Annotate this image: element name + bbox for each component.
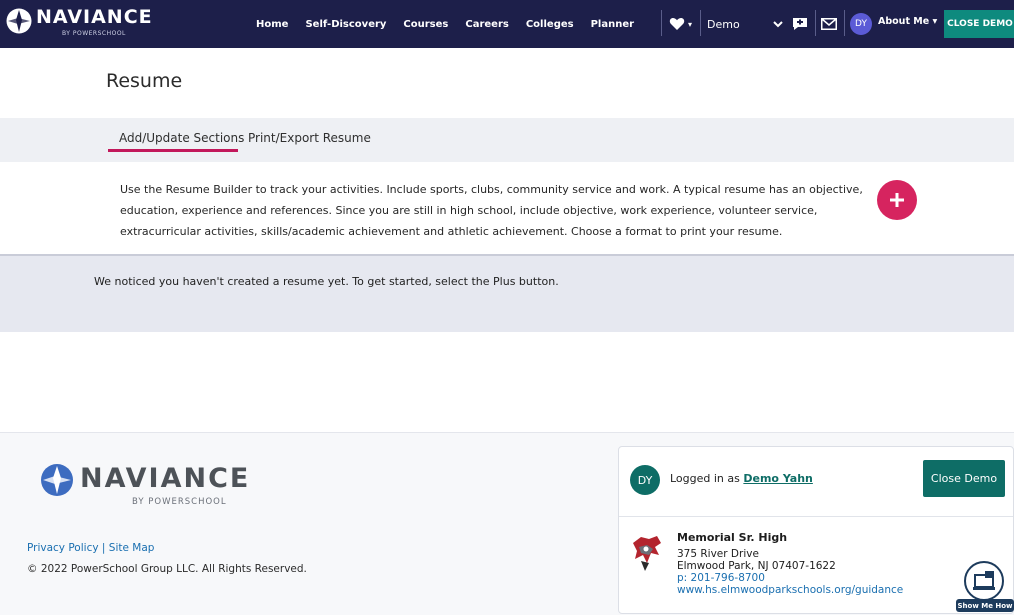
intro-text: Use the Resume Builder to track your act… — [120, 183, 863, 238]
nav-divider — [844, 10, 845, 36]
footer-links: Privacy Policy | Site Map — [27, 542, 154, 554]
school-name: Memorial Sr. High — [677, 531, 788, 544]
page-root: NAVIANCE BY POWERSCHOOL Home Self-Discov… — [0, 0, 1014, 615]
logged-in-prefix: Logged in as — [670, 472, 744, 485]
nav-link-colleges[interactable]: Colleges — [526, 19, 574, 30]
naviance-logo[interactable]: NAVIANCE BY POWERSCHOOL — [6, 6, 156, 40]
chat-bubble-icon — [793, 18, 807, 30]
nav-link-courses[interactable]: Courses — [403, 19, 448, 30]
intro-section: Use the Resume Builder to track your act… — [0, 162, 1014, 254]
close-demo-button[interactable]: Close Demo — [923, 460, 1005, 497]
school-website-link[interactable]: www.hs.elmwoodparkschools.org/guidance — [677, 584, 903, 596]
school-mascot-icon — [633, 536, 661, 571]
copyright-text: © 2022 PowerSchool Group LLC. All Rights… — [27, 563, 307, 575]
tab-print-export-resume[interactable]: Print/Export Resume — [248, 131, 371, 145]
footer-logo-subtitle: BY POWERSCHOOL — [132, 497, 227, 507]
school-phone-link[interactable]: p: 201-796-8700 — [677, 572, 765, 584]
logo-wordmark: NAVIANCE — [36, 6, 153, 28]
empty-resume-notice: We noticed you haven't created a resume … — [0, 254, 1014, 332]
account-card: DY Logged in as Demo Yahn Close Demo Mem… — [618, 446, 1014, 614]
link-separator: | — [101, 542, 106, 554]
nav-link-careers[interactable]: Careers — [465, 19, 508, 30]
nav-divider — [700, 10, 701, 36]
footer-logo[interactable]: NAVIANCE BY POWERSCHOOL — [40, 463, 248, 513]
nav-divider — [815, 10, 816, 36]
demo-select-value: Demo — [707, 17, 740, 31]
top-navigation: NAVIANCE BY POWERSCHOOL Home Self-Discov… — [0, 0, 1014, 48]
logged-in-label: Logged in as Demo Yahn — [670, 472, 813, 485]
notice-text: We noticed you haven't created a resume … — [94, 275, 559, 288]
tabs-bar: Add/Update Sections Print/Export Resume — [0, 118, 1014, 162]
envelope-icon — [821, 18, 837, 30]
heart-icon — [669, 17, 685, 30]
show-me-how-button[interactable] — [964, 561, 1004, 601]
nav-link-home[interactable]: Home — [256, 19, 288, 30]
add-section-button[interactable] — [877, 180, 917, 220]
laptop-help-icon — [973, 571, 995, 590]
main-nav-links: Home Self-Discovery Courses Careers Coll… — [256, 0, 634, 48]
avatar[interactable]: DY — [850, 13, 872, 35]
logo-subtitle: BY POWERSCHOOL — [62, 30, 126, 37]
show-me-how-widget[interactable]: Show Me How — [956, 561, 1014, 615]
chevron-down-icon — [773, 20, 783, 27]
demo-select[interactable]: Demo — [707, 14, 783, 34]
avatar: DY — [630, 465, 660, 495]
close-demo-button[interactable]: CLOSE DEMO — [944, 10, 1014, 38]
privacy-policy-link[interactable]: Privacy Policy — [27, 542, 99, 554]
nav-right-tools: ▾ Demo DY About Me ▾ CLOSE DEMO — [655, 0, 1014, 48]
active-tab-indicator — [108, 149, 238, 152]
site-map-link[interactable]: Site Map — [109, 542, 155, 554]
plus-icon — [890, 193, 904, 207]
compass-icon — [6, 8, 32, 34]
tab-add-update-sections[interactable]: Add/Update Sections — [119, 131, 244, 145]
chevron-down-icon: ▾ — [688, 19, 693, 29]
about-me-menu[interactable]: About Me ▾ — [878, 16, 937, 27]
page-title: Resume — [106, 70, 183, 92]
logged-in-user-link[interactable]: Demo Yahn — [743, 472, 812, 485]
show-me-how-label: Show Me How — [956, 599, 1014, 612]
nav-divider — [661, 10, 662, 36]
card-divider — [619, 516, 1013, 517]
school-address-line1: 375 River Drive — [677, 548, 759, 560]
nav-link-self-discovery[interactable]: Self-Discovery — [305, 19, 386, 30]
messages-button[interactable] — [819, 14, 839, 34]
school-address-line2: Elmwood Park, NJ 07407-1622 — [677, 560, 836, 572]
compass-icon — [41, 464, 73, 496]
footer-logo-wordmark: NAVIANCE — [80, 463, 251, 494]
nav-link-planner[interactable]: Planner — [591, 19, 634, 30]
feedback-button[interactable] — [790, 14, 810, 34]
favorites-button[interactable]: ▾ — [669, 14, 697, 34]
